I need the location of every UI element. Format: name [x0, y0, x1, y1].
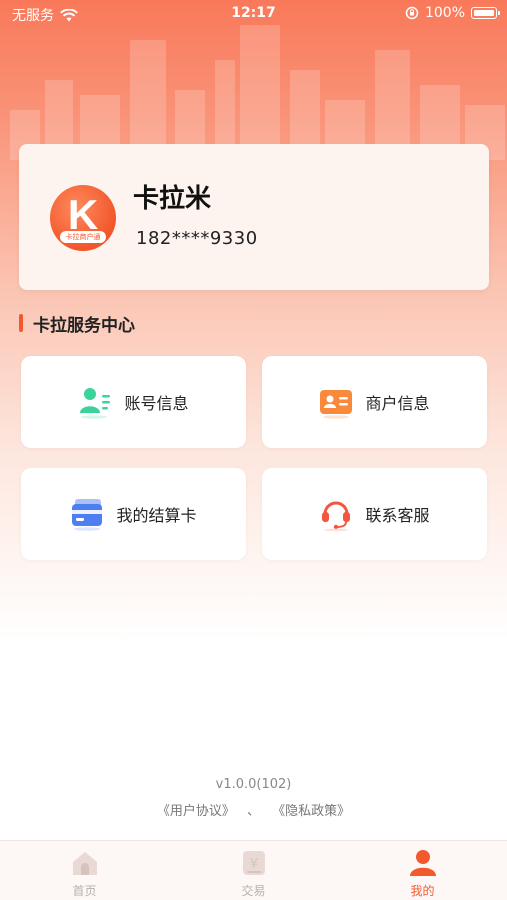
tab-transaction-label: 交易: [241, 884, 266, 898]
transaction-icon: ¥: [243, 851, 265, 875]
orientation-lock-icon: [405, 6, 419, 20]
profile-card[interactable]: K 卡拉商户通 卡拉米 182****9330: [19, 144, 489, 290]
tab-mine[interactable]: 我的: [338, 841, 507, 900]
merchant-info-button[interactable]: 商户信息: [262, 356, 487, 448]
bank-card-icon: [72, 499, 103, 531]
avatar-logo-tag: 卡拉商户通: [60, 231, 106, 243]
svg-text:¥: ¥: [250, 857, 258, 872]
section-header: 卡拉服务中心: [19, 312, 135, 336]
account-info-label: 账号信息: [124, 394, 189, 413]
merchant-card-icon: [320, 390, 353, 419]
tab-home-label: 首页: [72, 884, 97, 898]
bottom-tab-bar: 首页 ¥ 交易 我的: [0, 840, 507, 900]
privacy-policy-link[interactable]: 《隐私政策》: [272, 804, 350, 819]
tab-transaction[interactable]: ¥ 交易: [169, 841, 338, 900]
battery-percent: 100%: [424, 5, 465, 21]
profile-name: 卡拉米: [133, 184, 212, 214]
profile-icon: [410, 850, 436, 876]
links-separator: 、: [246, 804, 260, 819]
settlement-card-button[interactable]: 我的结算卡: [21, 468, 246, 560]
tab-mine-label: 我的: [410, 884, 435, 898]
battery-icon: [471, 7, 500, 19]
headset-icon: [322, 501, 351, 531]
status-bar: 无服务 12:17 100%: [0, 0, 507, 28]
user-agreement-link[interactable]: 《用户协议》: [157, 804, 235, 819]
account-info-button[interactable]: 账号信息: [21, 356, 246, 448]
contact-support-button[interactable]: 联系客服: [262, 468, 487, 560]
contact-support-label: 联系客服: [365, 506, 430, 525]
account-icon: [80, 388, 111, 419]
status-right-group: 100%: [405, 5, 500, 21]
section-title: 卡拉服务中心: [33, 315, 135, 336]
section-accent-bar: [19, 314, 23, 332]
home-icon: [73, 852, 97, 875]
settlement-card-label: 我的结算卡: [116, 506, 197, 525]
avatar[interactable]: K 卡拉商户通: [50, 185, 116, 251]
legal-links: 《用户协议》 、 《隐私政策》: [0, 800, 507, 819]
profile-phone: 182****9330: [136, 228, 258, 249]
city-skyline-icon: [10, 25, 505, 160]
tab-home[interactable]: 首页: [0, 841, 169, 900]
app-version: v1.0.0(102): [215, 777, 292, 792]
merchant-info-label: 商户信息: [365, 394, 430, 413]
